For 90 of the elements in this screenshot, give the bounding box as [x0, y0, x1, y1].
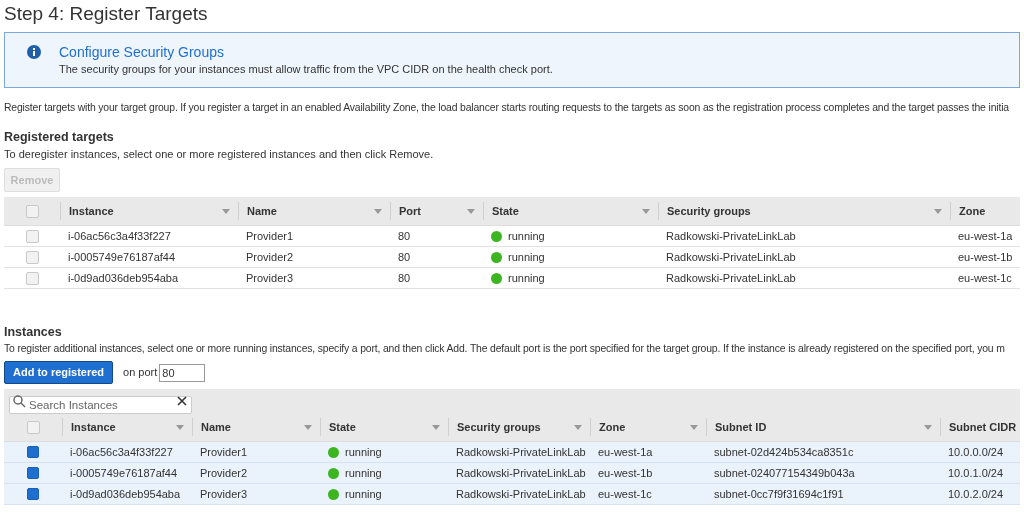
- column-header[interactable]: Zone: [599, 418, 626, 436]
- clear-icon[interactable]: [177, 396, 187, 406]
- table-cell-text: running: [345, 444, 382, 460]
- table-cell-text: subnet-0cc7f9f31694c1f91: [714, 486, 844, 502]
- table-cell-text: eu-west-1c: [958, 270, 1012, 286]
- table-cell-text: i-0005749e76187af44: [70, 465, 178, 481]
- table-cell-text: eu-west-1b: [958, 249, 1013, 265]
- section-text: To register additional instances, select one or more running instances, specify a port, and then click Add. The default port is the port specified for the target group. If the instance is already registered on the specified port, you m: [3, 342, 1006, 356]
- table-cell-text: 80: [398, 270, 411, 286]
- table-cell-text: 80: [398, 249, 411, 265]
- table-row[interactable]: i-0d9ad036deb954aba Provider3 running Radkowski-PrivateLinkLab eu-west-1c subnet-0cc7f9f31694c1f91 10.0.2.0/24: [4, 484, 1020, 505]
- table-cell-text: i-0d9ad036deb954aba: [68, 270, 179, 286]
- table-cell-text: 80: [398, 228, 411, 244]
- section-heading: Instances: [3, 324, 63, 341]
- info-icon: [27, 45, 41, 59]
- table-cell-text: Provider1: [246, 228, 294, 244]
- caret-icon: [934, 208, 942, 214]
- status-dot-icon: [491, 230, 502, 242]
- table-row[interactable]: i-0005749e76187af44 Provider2 running Radkowski-PrivateLinkLab eu-west-1b subnet-024077154349b043a 10.0.1.0/24: [4, 463, 1020, 484]
- table-cell-text: Radkowski-PrivateLinkLab: [666, 270, 796, 286]
- table-cell-text: i-0d9ad036deb954aba: [70, 486, 181, 502]
- table-cell-text: running: [345, 486, 382, 502]
- caret-icon: [690, 424, 698, 430]
- table-cell-text: eu-west-1b: [598, 465, 653, 481]
- status-dot-icon: [328, 467, 339, 479]
- banner-title: Configure Security Groups: [59, 43, 225, 61]
- column-header[interactable]: Subnet ID: [715, 418, 767, 436]
- caret-icon: [432, 424, 440, 430]
- table-cell-text: Provider2: [200, 465, 248, 481]
- column-header[interactable]: Instance: [69, 202, 114, 220]
- status-dot-icon: [328, 488, 339, 500]
- section-text: To deregister instances, select one or more registered instances and then click Remove.: [3, 147, 435, 162]
- section-heading: Registered targets: [3, 129, 115, 146]
- caret-icon: [924, 424, 932, 430]
- column-header[interactable]: Name: [201, 418, 231, 436]
- table-cell-text: running: [508, 228, 545, 244]
- caret-icon: [374, 208, 382, 214]
- table-cell-text: 10.0.2.0/24: [948, 486, 1004, 502]
- table-cell-text: subnet-024077154349b043a: [714, 465, 855, 481]
- search-field[interactable]: Search Instances: [9, 396, 192, 414]
- table-cell-text: Radkowski-PrivateLinkLab: [456, 486, 586, 502]
- table-cell-text: running: [345, 465, 382, 481]
- column-header[interactable]: State: [329, 418, 356, 436]
- table-cell-text: eu-west-1c: [598, 486, 652, 502]
- column-header[interactable]: Security groups: [457, 418, 541, 436]
- table-cell-text: i-06ac56c3a4f33f227: [68, 228, 171, 244]
- checkbox[interactable]: [27, 446, 39, 458]
- search-icon: [13, 395, 26, 408]
- table-cell-text: i-0005749e76187af44: [68, 249, 176, 265]
- column-header[interactable]: State: [492, 202, 519, 220]
- intro-text: Register targets with your target group. If you register a target in an enabled Availability Zone, the load balancer starts routing requests to the targets as soon as the registration process completes and the target passes the initia: [3, 101, 1010, 115]
- table-cell-text: Radkowski-PrivateLinkLab: [666, 228, 796, 244]
- checkbox[interactable]: [27, 467, 39, 479]
- caret-icon: [574, 424, 582, 430]
- status-dot-icon: [491, 251, 502, 263]
- banner-text: The security groups for your instances must allow traffic from the VPC CIDR on the health check port.: [59, 62, 553, 77]
- column-header[interactable]: Zone: [959, 202, 986, 220]
- port-field[interactable]: 80: [159, 363, 206, 382]
- caret-icon: [642, 208, 650, 214]
- table-cell-text: i-06ac56c3a4f33f227: [70, 444, 173, 460]
- caret-icon: [304, 424, 312, 430]
- table-cell-text: eu-west-1a: [958, 228, 1013, 244]
- table-cell-text: Provider1: [200, 444, 248, 460]
- table-cell-text: running: [508, 270, 545, 286]
- status-dot-icon: [328, 446, 339, 458]
- table-cell-text: 10.0.1.0/24: [948, 465, 1004, 481]
- table-row[interactable]: i-06ac56c3a4f33f227 Provider1 running Radkowski-PrivateLinkLab eu-west-1a subnet-02d424b534ca8351c 10.0.0.0/24: [4, 442, 1020, 463]
- caret-icon: [176, 424, 184, 430]
- table-cell-text: eu-west-1a: [598, 444, 653, 460]
- table-cell-text: Radkowski-PrivateLinkLab: [456, 465, 586, 481]
- caret-icon: [467, 208, 475, 214]
- checkbox[interactable]: [27, 488, 39, 500]
- add-button[interactable]: Add to registered: [4, 361, 114, 384]
- table-cell-text: 10.0.0.0/24: [948, 444, 1004, 460]
- table-cell-text: Provider2: [246, 249, 294, 265]
- table-cell-text: subnet-02d424b534ca8351c: [714, 444, 854, 460]
- table-cell-text: Provider3: [200, 486, 248, 502]
- page-title: Step 4: Register Targets: [3, 2, 209, 26]
- column-header[interactable]: Security groups: [667, 202, 751, 220]
- table-cell-text: Provider3: [246, 270, 294, 286]
- table-cell-text: Radkowski-PrivateLinkLab: [456, 444, 586, 460]
- column-header[interactable]: Instance: [71, 418, 116, 436]
- port-label: on port: [123, 365, 158, 381]
- table-cell-text: Radkowski-PrivateLinkLab: [666, 249, 796, 265]
- table-cell-text: running: [508, 249, 545, 265]
- status-dot-icon: [491, 272, 502, 284]
- column-header[interactable]: Port: [399, 202, 421, 220]
- caret-icon: [222, 208, 230, 214]
- column-header[interactable]: Subnet CIDR: [949, 418, 1017, 436]
- column-header[interactable]: Name: [247, 202, 277, 220]
